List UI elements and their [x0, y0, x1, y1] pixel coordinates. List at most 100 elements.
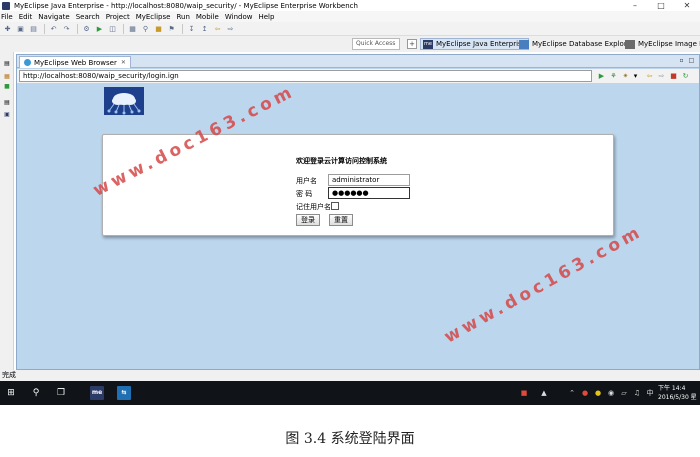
minimize-view-icon[interactable]: ▫ — [677, 57, 686, 65]
taskbar-clock[interactable]: 下午 14:4 2016/5/30 星 — [658, 384, 697, 402]
debug-icon[interactable]: ⚙ — [81, 24, 92, 34]
status-text: 完成 — [2, 371, 16, 379]
figure-caption: 图 3.4 系统登陆界面 — [285, 431, 415, 447]
server-run-icon[interactable]: ✴ — [621, 71, 630, 81]
perspective-label: MyEclipse Java Enterprise — [436, 40, 526, 48]
network-icon[interactable]: ▱ — [620, 389, 628, 397]
package-explorer-icon[interactable]: ▦ — [3, 73, 11, 81]
menu-help[interactable]: Help — [258, 13, 274, 21]
minimize-icon[interactable]: – — [622, 0, 648, 11]
go-icon[interactable]: ▶ — [597, 71, 606, 81]
clock-time: 下午 14:4 — [658, 385, 686, 392]
stop-icon[interactable]: ■ — [669, 71, 678, 81]
status-bar: 完成 — [0, 370, 700, 381]
myeclipse-icon: me — [423, 39, 433, 49]
open-type-icon[interactable]: ▦ — [127, 24, 138, 34]
windows-taskbar: ⊞ ⚲ ❐ me ⇆ ■ ▲ ⌃ ● ● ◉ ▱ ♫ 中 下午 14:4 201… — [0, 381, 700, 405]
folder-icon[interactable]: ■ — [153, 24, 164, 34]
bug-icon[interactable]: ⚘ — [609, 71, 618, 81]
server-icon[interactable]: ◫ — [107, 24, 118, 34]
menu-search[interactable]: Search — [76, 13, 100, 21]
window-title: MyEclipse Java Enterprise - http://local… — [14, 1, 358, 10]
tray-app-icon[interactable]: ■ — [520, 389, 528, 397]
browser-address-bar: ▶ ⚘ ✴ ▾ ⇦ ⇨ ■ ↻ — [17, 69, 699, 83]
task-view-icon[interactable]: ❐ — [54, 386, 68, 400]
username-label: 用户名 — [296, 177, 317, 185]
image-icon — [625, 39, 635, 49]
maximize-view-icon[interactable]: □ — [687, 57, 696, 65]
menu-window[interactable]: Window — [225, 13, 253, 21]
perspective-image-editor[interactable]: MyEclipse Image Edi — [623, 38, 700, 50]
open-perspective-icon[interactable]: + — [407, 39, 417, 49]
window-controls: – □ ✕ — [622, 0, 700, 11]
close-icon[interactable]: ✕ — [674, 0, 700, 11]
menu-file[interactable]: File — [1, 13, 13, 21]
show-hidden-icons-icon[interactable]: ⌃ — [568, 389, 576, 397]
menu-run[interactable]: Run — [176, 13, 189, 21]
username-input[interactable] — [328, 174, 410, 186]
save-icon[interactable]: ▣ — [15, 24, 26, 34]
login-button[interactable]: 登录 — [296, 214, 320, 226]
windows-start-icon[interactable]: ⊞ — [5, 386, 17, 400]
restore-icon[interactable]: ▤ — [3, 99, 11, 107]
perspective-java-enterprise[interactable]: me MyEclipse Java Enterprise — [420, 38, 529, 50]
left-trim-bar: ▤ ▦ ■ ▤ ▣ — [0, 52, 14, 370]
dropdown-icon[interactable]: ▾ — [631, 71, 640, 81]
menu-navigate[interactable]: Navigate — [38, 13, 69, 21]
tray-guard-icon[interactable]: ● — [594, 389, 602, 397]
myeclipse-taskbar-icon[interactable]: me — [90, 386, 104, 400]
window-title-bar: MyEclipse Java Enterprise - http://local… — [0, 0, 700, 11]
globe-icon — [24, 59, 31, 66]
tray-shield-icon[interactable]: ◉ — [607, 389, 615, 397]
toolbar-separator — [77, 23, 78, 34]
url-input[interactable] — [19, 70, 592, 82]
myeclipse-app-icon — [2, 1, 10, 10]
maximize-icon[interactable]: □ — [648, 0, 674, 11]
hierarchy-icon[interactable]: ■ — [3, 83, 11, 91]
close-tab-icon[interactable]: ✕ — [121, 59, 126, 66]
password-input[interactable] — [328, 187, 410, 199]
back-icon[interactable]: ⇦ — [645, 71, 654, 81]
perspective-database-explorer[interactable]: MyEclipse Database Explorer — [517, 38, 636, 50]
tray-sogou-icon[interactable]: ▲ — [540, 389, 548, 397]
menu-myeclipse[interactable]: MyEclipse — [136, 13, 171, 21]
redo-icon[interactable]: ↷ — [61, 24, 72, 34]
forward-icon[interactable]: ⇨ — [225, 24, 236, 34]
forward-icon[interactable]: ⇨ — [657, 71, 666, 81]
menu-mobile[interactable]: Mobile — [196, 13, 219, 21]
volume-icon[interactable]: ♫ — [633, 389, 641, 397]
undo-icon[interactable]: ↶ — [48, 24, 59, 34]
outline-icon[interactable]: ▣ — [3, 111, 11, 119]
search-icon[interactable]: ⚲ — [30, 386, 42, 400]
perspective-label: MyEclipse Image Edi — [638, 40, 700, 48]
remember-username-checkbox[interactable] — [331, 202, 339, 210]
save-all-icon[interactable]: ▤ — [28, 24, 39, 34]
reset-button[interactable]: 重置 — [329, 214, 353, 226]
next-annotation-icon[interactable]: ↧ — [186, 24, 197, 34]
login-panel: 欢迎登录云计算访问控制系统 用户名 密 码 记住用户名 登录 重置 — [102, 134, 614, 236]
prev-annotation-icon[interactable]: ↥ — [199, 24, 210, 34]
refresh-icon[interactable]: ↻ — [681, 71, 690, 81]
back-icon[interactable]: ⇦ — [212, 24, 223, 34]
menu-project[interactable]: Project — [106, 13, 130, 21]
new-icon[interactable]: ✚ — [2, 24, 13, 34]
tab-web-browser[interactable]: MyEclipse Web Browser ✕ — [19, 56, 131, 68]
restore-icon[interactable]: ▤ — [3, 60, 11, 68]
main-toolbar: ✚ ▣ ▤ ↶ ↷ ⚙ ▶ ◫ ▦ ⚲ ■ ⚑ ↧ ↥ ⇦ ⇨ — [0, 22, 700, 36]
cloud-security-logo — [104, 87, 144, 115]
teamviewer-taskbar-icon[interactable]: ⇆ — [117, 386, 131, 400]
toolbar-separator — [123, 23, 124, 34]
menu-bar: File Edit Navigate Search Project MyEcli… — [0, 11, 700, 22]
bookmark-icon[interactable]: ⚑ — [166, 24, 177, 34]
language-icon[interactable]: 中 — [646, 389, 654, 397]
login-title: 欢迎登录云计算访问控制系统 — [296, 157, 387, 165]
password-label: 密 码 — [296, 190, 313, 198]
search-icon[interactable]: ⚲ — [140, 24, 151, 34]
tab-label: MyEclipse Web Browser — [34, 58, 117, 67]
quick-access-field[interactable]: Quick Access — [352, 38, 400, 50]
tray-security-icon[interactable]: ● — [581, 389, 589, 397]
menu-edit[interactable]: Edit — [19, 13, 33, 21]
database-icon — [519, 39, 529, 49]
run-icon[interactable]: ▶ — [94, 24, 105, 34]
browser-viewport: 欢迎登录云计算访问控制系统 用户名 密 码 记住用户名 登录 重置 — [17, 83, 699, 369]
